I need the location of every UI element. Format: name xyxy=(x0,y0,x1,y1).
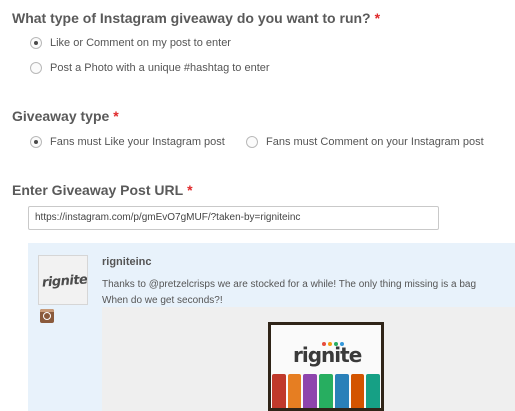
radio-like-or-comment[interactable] xyxy=(30,37,42,49)
post-photo[interactable]: rignite xyxy=(268,322,384,411)
option-fans-comment[interactable]: Fans must Comment on your Instagram post xyxy=(246,136,484,148)
post-url-title: Enter Giveaway Post URL xyxy=(12,182,184,198)
option-like-or-comment-label: Like or Comment on my post to enter xyxy=(50,37,231,49)
instagram-icon[interactable] xyxy=(40,309,54,323)
avatar-logo-text: rignite xyxy=(41,272,88,291)
option-like-or-comment[interactable]: Like or Comment on my post to enter xyxy=(30,37,231,49)
snack-bag xyxy=(319,374,333,408)
post-url-heading: Enter Giveaway Post URL * xyxy=(12,182,193,198)
snack-bag xyxy=(350,374,365,408)
required-asterisk: * xyxy=(187,182,193,198)
giveaway-question-title: What type of Instagram giveaway do you w… xyxy=(12,10,371,26)
giveaway-type-title: Giveaway type xyxy=(12,108,110,124)
snack-bags xyxy=(271,374,381,408)
option-post-photo-hashtag[interactable]: Post a Photo with a unique #hashtag to e… xyxy=(30,62,270,74)
post-username[interactable]: rigniteinc xyxy=(102,256,152,268)
snack-bag xyxy=(334,374,349,408)
post-caption: Thanks to @pretzelcrisps we are stocked … xyxy=(102,277,512,309)
instagram-post-preview: rignite rigniteinc Thanks to @pretzelcri… xyxy=(28,243,515,411)
post-url-input[interactable]: https://instagram.com/p/gmEvO7gMUF/?take… xyxy=(28,206,439,230)
snack-bag xyxy=(303,374,318,408)
required-asterisk: * xyxy=(374,10,381,26)
giveaway-type-question-heading: What type of Instagram giveaway do you w… xyxy=(12,10,380,26)
post-caption-line-1: Thanks to @pretzelcrisps we are stocked … xyxy=(102,279,477,290)
option-fans-like[interactable]: Fans must Like your Instagram post xyxy=(30,136,225,148)
snack-bag xyxy=(287,374,302,408)
radio-fans-like[interactable] xyxy=(30,136,42,148)
snack-bag xyxy=(272,374,286,408)
photo-logo-text: rignite xyxy=(293,343,362,367)
required-asterisk: * xyxy=(113,108,119,124)
option-post-photo-hashtag-label: Post a Photo with a unique #hashtag to e… xyxy=(50,62,270,74)
snack-bag xyxy=(366,374,381,408)
radio-fans-comment[interactable] xyxy=(246,136,258,148)
option-fans-comment-label: Fans must Comment on your Instagram post xyxy=(266,136,484,148)
giveaway-type-heading: Giveaway type * xyxy=(12,108,119,124)
option-fans-like-label: Fans must Like your Instagram post xyxy=(50,136,225,148)
radio-post-photo-hashtag[interactable] xyxy=(30,62,42,74)
avatar[interactable]: rignite xyxy=(38,255,88,305)
